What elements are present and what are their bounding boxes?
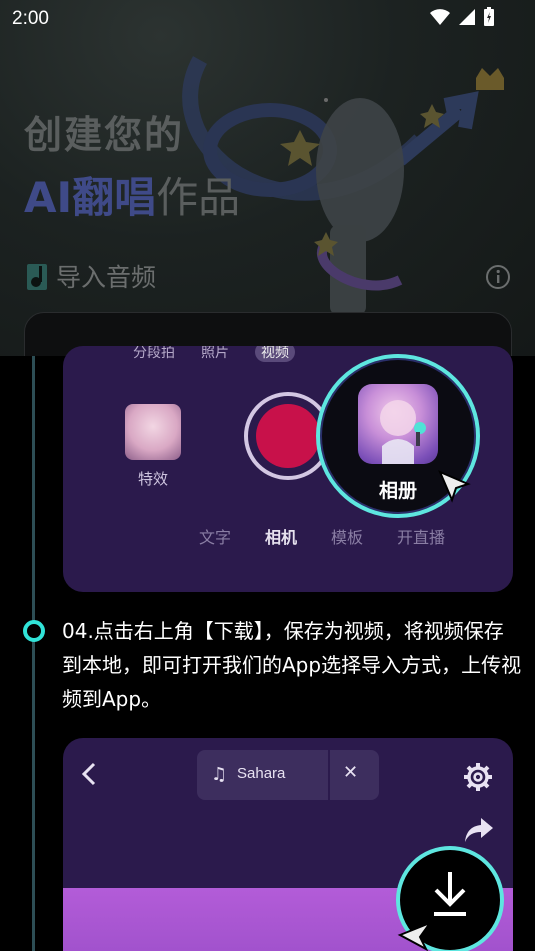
effects-thumbnail	[125, 404, 181, 460]
gear-icon	[464, 763, 492, 791]
share-arrow-icon	[465, 818, 493, 842]
camera-tabs: 文字 相机 模板 开直播	[199, 524, 445, 548]
music-name: Sahara	[237, 765, 286, 782]
import-audio-row[interactable]: 导入音频	[26, 256, 156, 296]
status-time: 2:00	[12, 8, 49, 29]
signal-icon	[459, 9, 475, 25]
screen: 2:00 创建您的 AI翻唱作品 导入音频 分段拍 照片 视频 特效 文字 相机…	[0, 0, 535, 951]
music-note-icon	[27, 264, 47, 290]
hero-ai-text: AI翻唱	[24, 173, 157, 222]
effects-label: 特效	[137, 470, 168, 488]
mode-photo: 照片	[201, 346, 229, 361]
tab-template: 模板	[331, 528, 364, 547]
timeline-line	[32, 356, 35, 951]
status-bar: 2:00	[0, 0, 535, 36]
pointer-cursor-icon	[438, 470, 471, 503]
music-note-icon: ♫	[211, 764, 228, 785]
battery-icon	[484, 7, 494, 26]
pointer-cursor-icon-2	[397, 921, 433, 951]
status-icons	[429, 7, 495, 27]
hero-subtitle: AI翻唱作品	[24, 164, 240, 225]
record-dot	[256, 404, 320, 468]
mode-segment: 分段拍	[133, 346, 175, 361]
tab-live: 开直播	[397, 528, 446, 547]
mode-row: 分段拍 照片 视频	[133, 346, 295, 362]
hero-rest-text: 作品	[156, 173, 241, 222]
close-icon: ✕	[343, 762, 359, 783]
music-chip: ♫ Sahara ✕	[197, 750, 379, 800]
hero-title: 创建您的	[24, 113, 185, 157]
wifi-icon	[430, 9, 450, 25]
back-arrow-icon	[81, 762, 96, 786]
tab-text: 文字	[199, 528, 232, 547]
import-audio-label: 导入音频	[56, 263, 157, 292]
tab-camera: 相机	[265, 528, 298, 547]
step-04-text: 04.点击右上角【下载】，保存为视频，将视频保存到本地，即可打开我们的App选择…	[62, 619, 522, 711]
mode-video: 视频	[255, 346, 295, 362]
chip-divider	[328, 750, 330, 800]
timeline-dot	[23, 620, 45, 642]
info-icon[interactable]	[485, 264, 511, 290]
album-thumbnail	[358, 384, 438, 464]
mic-icon	[380, 400, 426, 464]
